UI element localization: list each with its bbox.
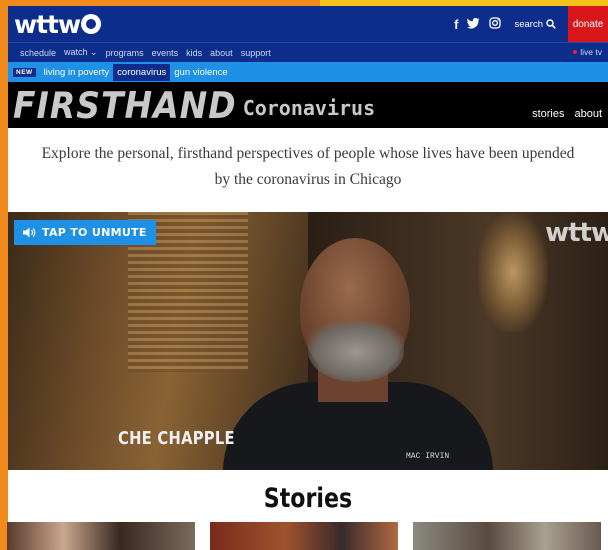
search-icon xyxy=(546,19,556,29)
topic-living-in-poverty[interactable]: living in poverty xyxy=(40,64,113,81)
nav-events[interactable]: events xyxy=(152,48,179,58)
live-tv-link[interactable]: live tv xyxy=(573,47,602,57)
logo-mark-icon xyxy=(81,14,102,34)
nav-support[interactable]: support xyxy=(241,48,271,58)
speaker-name-caption: CHE CHAPPLE xyxy=(118,428,235,449)
story-card-2[interactable] xyxy=(210,522,398,550)
live-tv-label: live tv xyxy=(580,47,602,57)
topic-gun-violence[interactable]: gun violence xyxy=(170,64,231,81)
story-card-3[interactable] xyxy=(413,522,601,550)
site-header: wttw f search donate xyxy=(8,6,608,42)
nav-schedule[interactable]: schedule xyxy=(20,48,56,58)
page: wttw f search donate schedule watch ⌄ pr… xyxy=(8,6,608,550)
wttw-logo[interactable]: wttw xyxy=(14,9,102,39)
nav-kids[interactable]: kids xyxy=(186,48,202,58)
intro-line-1: Explore the personal, firsthand perspect… xyxy=(41,145,575,162)
nav-about[interactable]: about xyxy=(210,48,233,58)
new-badge: NEW xyxy=(13,67,36,77)
topic-bar: NEW living in poverty coronavirus gun vi… xyxy=(8,62,608,82)
lamp-glow xyxy=(478,212,548,332)
instagram-icon[interactable] xyxy=(489,16,502,32)
topic-coronavirus[interactable]: coronavirus xyxy=(113,63,171,81)
intro-line-2: by the coronavirus in Chicago xyxy=(214,171,402,188)
firsthand-title[interactable]: FIRSTHAND xyxy=(13,84,237,127)
main-nav: schedule watch ⌄ programs events kids ab… xyxy=(8,42,608,62)
shirt-logo-text: MAC IRVIN xyxy=(406,452,450,461)
video-player[interactable]: MAC IRVIN TAP TO UNMUTE wttw CHE CHAPPLE xyxy=(8,212,608,470)
left-accent-stripe xyxy=(0,0,8,550)
live-dot-icon xyxy=(573,50,578,54)
speaker-icon xyxy=(23,227,36,238)
donate-button[interactable]: donate xyxy=(568,6,608,42)
stories-grid xyxy=(7,522,607,550)
unmute-label: TAP TO UNMUTE xyxy=(42,226,147,239)
firsthand-subtitle: Coronavirus xyxy=(242,96,376,120)
intro-text: Explore the personal, firsthand perspect… xyxy=(8,128,608,212)
firsthand-banner: FIRSTHAND Coronavirus stories about xyxy=(8,82,608,128)
logo-text: wttw xyxy=(14,9,81,39)
facebook-icon[interactable]: f xyxy=(454,17,458,32)
wttw-watermark: wttw xyxy=(545,218,608,248)
nav-watch[interactable]: watch ⌄ xyxy=(64,47,98,58)
about-link[interactable]: about xyxy=(574,108,602,120)
stories-heading: Stories xyxy=(263,483,353,514)
search-label: search xyxy=(514,18,543,30)
person-beard xyxy=(308,322,404,382)
story-card-1[interactable] xyxy=(7,522,195,550)
twitter-icon[interactable] xyxy=(467,17,480,32)
stories-link[interactable]: stories xyxy=(532,108,564,120)
nav-programs[interactable]: programs xyxy=(106,48,144,58)
search-button[interactable]: search xyxy=(514,19,556,30)
tap-to-unmute-button[interactable]: TAP TO UNMUTE xyxy=(14,220,156,245)
